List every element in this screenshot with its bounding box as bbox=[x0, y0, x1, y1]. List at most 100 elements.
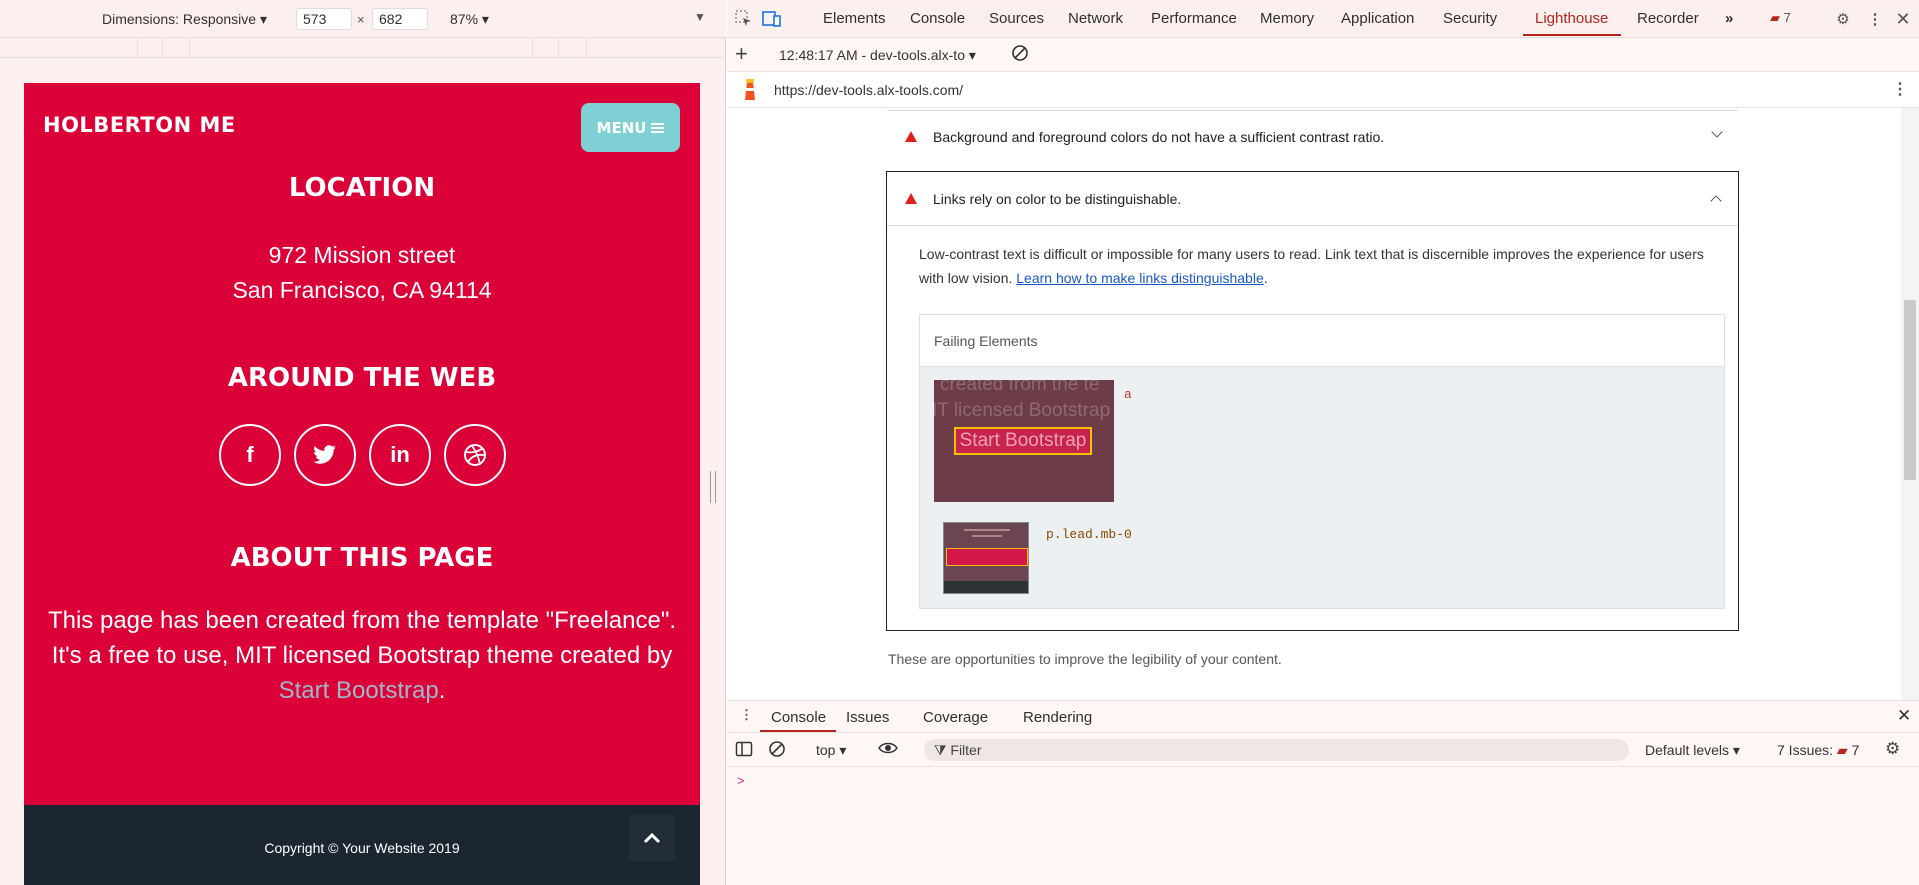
clear-reports-icon[interactable] bbox=[1011, 44, 1029, 65]
close-devtools-icon[interactable]: ✕ bbox=[1893, 9, 1913, 29]
device-toolbar: Dimensions: Responsive ▾ 573 × 682 87% ▾… bbox=[0, 0, 726, 38]
console-drawer: ⋮ Console Issues Coverage Rendering ✕ to… bbox=[727, 700, 1919, 885]
tab-sources[interactable]: Sources bbox=[989, 10, 1044, 27]
media-query-ruler bbox=[0, 38, 726, 58]
node-selector[interactable]: p.lead.mb-0 bbox=[1046, 527, 1132, 542]
tab-memory[interactable]: Memory bbox=[1260, 10, 1314, 27]
lighthouse-toolbar: + 12:48:17 AM - dev-tools.alx-to ▾ bbox=[727, 38, 1919, 72]
site-brand[interactable]: HOLBERTON ME bbox=[43, 113, 236, 137]
inspect-element-icon[interactable] bbox=[734, 9, 754, 29]
learn-more-link[interactable]: Learn how to make links distinguishable bbox=[1016, 270, 1263, 286]
device-toggle-icon[interactable] bbox=[762, 9, 782, 29]
more-options-icon[interactable]: ⋮ bbox=[1865, 9, 1885, 29]
tab-console[interactable]: Console bbox=[910, 10, 965, 27]
audit-header[interactable]: Links rely on color to be distinguishabl… bbox=[887, 172, 1738, 226]
report-url-bar: https://dev-tools.alx-tools.com/ ⋮ bbox=[727, 72, 1919, 108]
tab-security[interactable]: Security bbox=[1443, 10, 1497, 27]
tab-application[interactable]: Application bbox=[1341, 10, 1414, 27]
clear-console-icon[interactable] bbox=[768, 740, 786, 761]
chevron-down-icon[interactable] bbox=[1711, 126, 1723, 138]
lighthouse-icon bbox=[740, 78, 760, 105]
element-screenshot[interactable]: created from the te IT licensed Bootstra… bbox=[934, 380, 1114, 502]
drawer-tab-console[interactable]: Console bbox=[771, 709, 826, 726]
copyright: Copyright © Your Website 2019 bbox=[264, 840, 460, 856]
audit-title: Background and foreground colors do not … bbox=[933, 129, 1385, 145]
tab-performance[interactable]: Performance bbox=[1151, 10, 1237, 27]
new-report-icon[interactable]: + bbox=[735, 41, 748, 67]
twitter-icon[interactable] bbox=[294, 424, 356, 486]
dribbble-icon[interactable] bbox=[444, 424, 506, 486]
chevron-up-icon[interactable] bbox=[1710, 195, 1722, 207]
height-input[interactable]: 682 bbox=[372, 8, 428, 30]
linkedin-icon[interactable]: in bbox=[369, 424, 431, 486]
failing-elements-body: created from the te IT licensed Bootstra… bbox=[920, 367, 1724, 608]
width-input[interactable]: 573 bbox=[296, 8, 352, 30]
fail-triangle-icon bbox=[905, 131, 917, 142]
issues-badge[interactable]: ▰ 7 bbox=[1770, 10, 1791, 26]
log-levels-dropdown[interactable]: Default levels ▾ bbox=[1645, 742, 1740, 759]
fail-triangle-icon bbox=[905, 193, 917, 204]
drawer-tab-coverage[interactable]: Coverage bbox=[923, 709, 988, 726]
element-screenshot[interactable] bbox=[943, 522, 1029, 594]
console-prompt[interactable]: > bbox=[737, 773, 745, 788]
about-title: ABOUT THIS PAGE bbox=[230, 543, 494, 573]
devtools-tabbar: Elements Console Sources Network Perform… bbox=[727, 0, 1919, 38]
resize-handle[interactable] bbox=[710, 471, 716, 503]
sidebar-toggle-icon[interactable] bbox=[735, 740, 753, 761]
device-viewport-pane: Dimensions: Responsive ▾ 573 × 682 87% ▾… bbox=[0, 0, 726, 885]
report-selector[interactable]: 12:48:17 AM - dev-tools.alx-to ▾ bbox=[779, 47, 976, 64]
facebook-icon[interactable]: f bbox=[219, 424, 281, 486]
zoom-dropdown[interactable]: 87% ▾ bbox=[450, 11, 489, 28]
address-line-2: San Francisco, CA 94114 bbox=[232, 277, 492, 303]
devtools-pane: Elements Console Sources Network Perform… bbox=[727, 0, 1919, 885]
audit-title: Links rely on color to be distinguishabl… bbox=[933, 191, 1182, 207]
close-drawer-icon[interactable]: ✕ bbox=[1897, 706, 1911, 726]
around-web-title: AROUND THE WEB bbox=[227, 363, 497, 393]
highlighted-link: Start Bootstrap bbox=[954, 427, 1092, 455]
more-tabs-icon[interactable]: » bbox=[1725, 10, 1733, 27]
device-more-icon[interactable]: ▼ bbox=[694, 10, 706, 24]
address: 972 Mission street San Francisco, CA 941… bbox=[24, 238, 700, 308]
page-preview: HOLBERTON ME MENU LOCATION 972 Mission s… bbox=[24, 83, 700, 885]
tab-recorder[interactable]: Recorder bbox=[1637, 10, 1699, 27]
audit-description: Low-contrast text is difficult or imposs… bbox=[919, 246, 1704, 286]
issues-counter[interactable]: 7 Issues: ▰ 7 bbox=[1777, 742, 1859, 759]
report-url[interactable]: https://dev-tools.alx-tools.com/ bbox=[774, 82, 963, 98]
console-filter-input[interactable]: ⧩ Filter bbox=[924, 739, 1629, 761]
drawer-tab-rendering[interactable]: Rendering bbox=[1023, 709, 1092, 726]
location-title: LOCATION bbox=[288, 173, 436, 203]
lighthouse-report: Background and foreground colors do not … bbox=[727, 108, 1901, 700]
address-line-1: 972 Mission street bbox=[268, 242, 456, 268]
dimensions-dropdown[interactable]: Dimensions: Responsive ▾ bbox=[102, 11, 267, 28]
live-expression-eye-icon[interactable] bbox=[878, 739, 898, 760]
social-links: f in bbox=[219, 424, 509, 486]
report-menu-icon[interactable]: ⋮ bbox=[1892, 79, 1908, 99]
context-selector[interactable]: top ▾ bbox=[816, 742, 846, 759]
failing-elements-header: Failing Elements bbox=[920, 315, 1724, 367]
about-text: This page has been created from the temp… bbox=[47, 607, 677, 704]
menu-label: MENU bbox=[596, 118, 647, 137]
drawer-active-indicator bbox=[760, 730, 836, 732]
drawer-tabbar: ⋮ Console Issues Coverage Rendering ✕ bbox=[727, 701, 1919, 733]
drawer-tab-issues[interactable]: Issues bbox=[846, 709, 889, 726]
menu-button[interactable]: MENU bbox=[581, 103, 680, 152]
console-settings-icon[interactable]: ⚙ bbox=[1885, 739, 1900, 759]
scrollbar-thumb[interactable] bbox=[1904, 300, 1916, 480]
drawer-menu-icon[interactable]: ⋮ bbox=[740, 707, 753, 723]
console-toolbar: top ▾ ⧩ Filter Default levels ▾ 7 Issues… bbox=[727, 733, 1919, 767]
hamburger-icon bbox=[651, 121, 665, 135]
opportunities-note: These are opportunities to improve the l… bbox=[888, 651, 1282, 667]
times-sign: × bbox=[357, 12, 365, 27]
node-selector[interactable]: a bbox=[1124, 387, 1132, 402]
tab-lighthouse[interactable]: Lighthouse bbox=[1535, 10, 1608, 27]
active-tab-indicator bbox=[1523, 34, 1621, 36]
tab-elements[interactable]: Elements bbox=[823, 10, 886, 27]
start-bootstrap-link[interactable]: Start Bootstrap bbox=[279, 677, 439, 704]
audit-color-contrast[interactable]: Background and foreground colors do not … bbox=[887, 114, 1739, 158]
site-footer: Copyright © Your Website 2019 bbox=[24, 805, 700, 885]
settings-icon[interactable]: ⚙ bbox=[1833, 9, 1853, 29]
scroll-top-button[interactable] bbox=[629, 815, 675, 861]
audit-link-in-text-block: Links rely on color to be distinguishabl… bbox=[886, 171, 1739, 631]
chevron-up-icon bbox=[643, 832, 661, 844]
tab-network[interactable]: Network bbox=[1068, 10, 1123, 27]
